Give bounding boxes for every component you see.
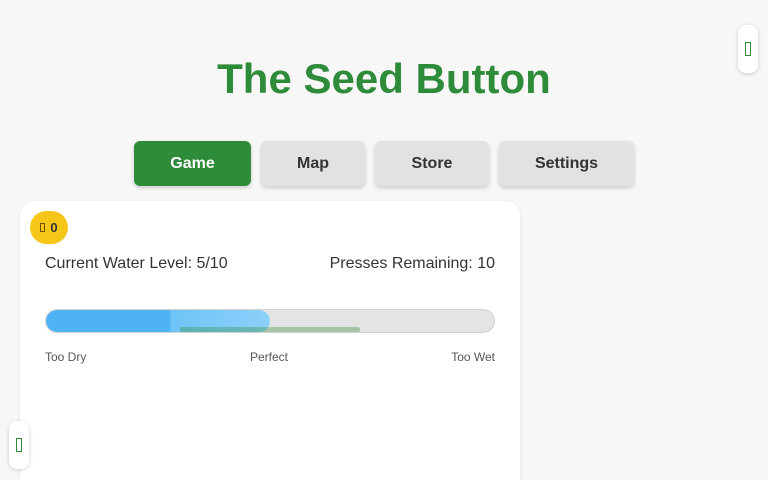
scale-label-too-wet: Too Wet	[451, 350, 495, 364]
presses-remaining-text: Presses Remaining: 10	[329, 255, 495, 272]
tab-settings[interactable]: Settings	[499, 141, 634, 186]
side-panel-toggle-right[interactable]	[738, 25, 758, 73]
coin-icon	[40, 223, 46, 232]
game-card: 0 Current Water Level: 5/10 Presses Rema…	[20, 201, 520, 480]
tab-store[interactable]: Store	[375, 141, 489, 186]
scale-label-perfect: Perfect	[250, 350, 289, 364]
tab-map[interactable]: Map	[261, 141, 365, 186]
water-level-text: Current Water Level: 5/10	[45, 255, 228, 272]
panel-toggle-icon	[16, 438, 22, 452]
perfect-zone-indicator	[180, 327, 360, 332]
coin-count: 0	[50, 220, 58, 235]
side-panel-toggle-left[interactable]	[9, 421, 29, 469]
scale-label-too-dry: Too Dry	[45, 350, 87, 364]
coin-badge: 0	[30, 211, 68, 244]
page-title: The Seed Button	[217, 55, 551, 102]
tab-game[interactable]: Game	[134, 141, 251, 186]
panel-toggle-icon	[745, 42, 751, 56]
game-screen: The Seed Button Game Map Store Settings …	[0, 0, 768, 480]
main-nav: Game Map Store Settings	[134, 141, 634, 186]
